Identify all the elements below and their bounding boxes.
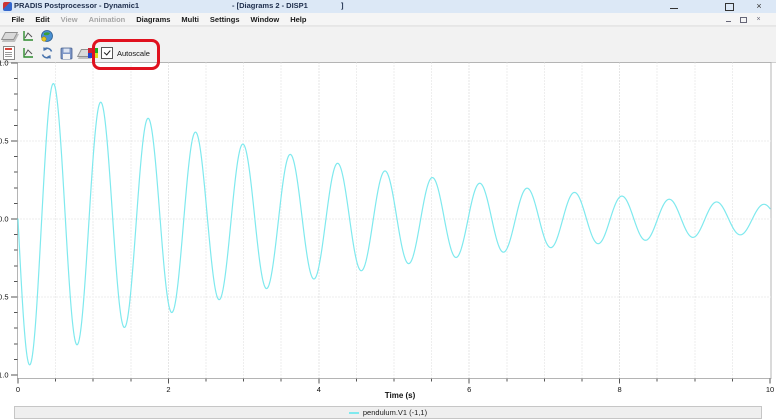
legend-swatch [349,412,359,414]
svg-text:-0.5: -0.5 [0,293,9,302]
svg-text:-1.0: -1.0 [0,371,9,380]
svg-text:4: 4 [317,385,321,394]
x-axis-title: Time (s) [366,391,434,400]
legend-label: pendulum.V1 (-1,1) [363,408,427,417]
svg-text:1.0: 1.0 [0,59,9,68]
svg-text:0.0: 0.0 [0,215,9,224]
svg-text:2: 2 [166,385,170,394]
plot-canvas[interactable]: 0 2 4 6 8 10 1.0 0.5 0.0 -0.5 -1.0 [0,0,776,419]
svg-text:6: 6 [467,385,471,394]
pradis-postprocessor-window: { "window": { "title": "PRADIS Postproce… [0,0,776,419]
svg-text:0.5: 0.5 [0,137,9,146]
svg-text:0: 0 [16,385,20,394]
svg-text:10: 10 [766,385,774,394]
svg-text:8: 8 [618,385,622,394]
legend-bar: pendulum.V1 (-1,1) [14,406,762,419]
